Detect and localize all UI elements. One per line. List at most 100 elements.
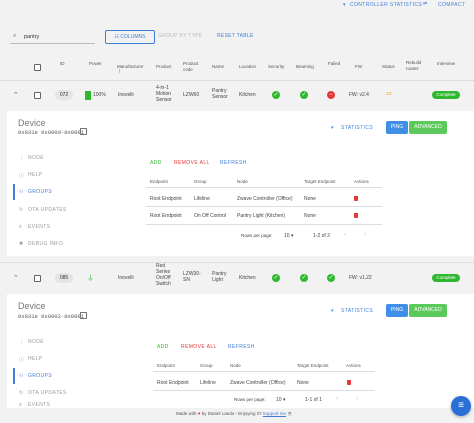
divider — [146, 206, 382, 207]
groups-header-target-endpoint: Target Endpoint — [304, 179, 336, 184]
next-page-icon[interactable]: › — [364, 232, 366, 238]
delete-icon[interactable] — [354, 196, 358, 201]
advanced-button[interactable]: ADVANCED — [409, 304, 447, 317]
groups-cell-target: None — [297, 380, 309, 386]
device-title: Device — [18, 301, 46, 311]
sidebar-item-node[interactable]: NODE — [28, 339, 44, 345]
product-code-value: LZW60 — [183, 92, 200, 98]
events-icon: ≡ — [19, 224, 23, 230]
controller-statistics-link[interactable]: CONTROLLER STATISTICS — [350, 2, 422, 8]
header-failed[interactable]: Failed — [328, 61, 340, 67]
search-input[interactable]: ⌕ pantry — [10, 31, 95, 44]
node-id-badge: 072 — [55, 90, 73, 100]
rows-per-page-select[interactable]: 10 ▾ — [284, 233, 293, 239]
open-external-icon[interactable] — [80, 128, 87, 135]
device-title: Device — [18, 118, 46, 128]
open-external-icon[interactable] — [80, 312, 87, 319]
rows-per-page-select[interactable]: 10 ▾ — [276, 397, 285, 403]
caret-down-icon[interactable]: ▾ — [331, 308, 334, 314]
sidebar-item-debug-info[interactable]: DEBUG INFO — [28, 241, 63, 247]
footer: Made with ♥ by Daniel Lando - Enjoying i… — [176, 411, 293, 417]
beaming-ok-icon: ✓ — [300, 91, 308, 99]
refresh-button[interactable]: REFRESH — [220, 160, 247, 166]
header-interview[interactable]: Interview — [437, 61, 455, 67]
debug-icon: ✱ — [19, 241, 24, 247]
header-status[interactable]: Status — [382, 64, 395, 70]
name-value: Pantry Light — [212, 271, 227, 283]
heart-icon: ♥ — [197, 411, 201, 416]
statistics-button[interactable]: STATISTICS — [341, 125, 373, 131]
sidebar-item-help[interactable]: HELP — [28, 172, 43, 178]
groups-icon: ⚇ — [19, 189, 24, 195]
header-power[interactable]: Power — [89, 61, 102, 67]
previous-page-icon[interactable]: ‹ — [344, 232, 346, 238]
collapse-icon[interactable]: ⌃ — [13, 274, 19, 282]
advanced-button[interactable]: ADVANCED — [409, 121, 447, 134]
coffee-icon: ☕ — [287, 411, 293, 416]
sidebar-icon-node: ⋮ — [19, 339, 25, 345]
groups-header-group: Group — [194, 179, 207, 184]
node-id-badge: 085 — [55, 273, 73, 283]
row-checkbox[interactable] — [34, 92, 41, 99]
sidebar-item-events[interactable]: EVENTS — [28, 402, 50, 408]
sidebar-item-events[interactable]: EVENTS — [28, 224, 50, 230]
group-by-button[interactable]: GROUP BY TYPE — [158, 30, 202, 42]
collapse-icon[interactable]: ⌃ — [13, 91, 19, 99]
groups-header-actions: Actions — [346, 363, 361, 368]
header-id[interactable]: ID — [60, 61, 65, 67]
delete-icon[interactable] — [354, 213, 358, 218]
location-value: Kitchen — [239, 92, 256, 98]
support-me-link[interactable]: Support me — [263, 411, 286, 416]
sidebar-item-groups[interactable]: GROUPS — [28, 373, 52, 379]
header-product-code[interactable]: Product code — [183, 61, 207, 72]
help-icon: ⓘ — [19, 357, 25, 363]
groups-header-actions: Actions — [354, 179, 369, 184]
next-page-icon[interactable]: › — [356, 396, 358, 402]
header-name[interactable]: Name — [212, 64, 224, 70]
statistics-button[interactable]: STATISTICS — [341, 308, 373, 314]
menu-icon: ≡ — [458, 400, 464, 411]
sidebar-item-ota-updates[interactable]: OTA UPDATES — [28, 207, 67, 213]
header-location[interactable]: Location — [239, 64, 256, 70]
sidebar-item-node[interactable]: NODE — [28, 155, 44, 161]
location-value: Kitchen — [239, 275, 256, 281]
add-button[interactable]: ADD — [150, 160, 162, 166]
header-fw[interactable]: FW — [355, 64, 362, 70]
previous-page-icon[interactable]: ‹ — [336, 396, 338, 402]
remove-all-button[interactable]: REMOVE ALL — [181, 344, 217, 350]
failed-icon: − — [327, 91, 335, 99]
footer-made-with: Made with — [176, 411, 197, 416]
compact-link[interactable]: COMPACT — [438, 2, 465, 8]
select-all-checkbox[interactable] — [34, 64, 41, 71]
sidebar-item-ota-updates[interactable]: OTA UPDATES — [28, 390, 67, 396]
sort-up-icon: ↑ — [118, 69, 121, 75]
plug-icon: ⏚ — [87, 275, 94, 282]
sidebar-item-groups[interactable]: GROUPS — [28, 189, 52, 195]
groups-header-endpoint: Endpoint — [157, 363, 175, 368]
security-ok-icon: ✓ — [272, 274, 280, 282]
delete-icon[interactable] — [347, 380, 351, 385]
add-button[interactable]: ADD — [157, 344, 169, 350]
header-beaming[interactable]: Beaming — [296, 64, 314, 70]
groups-header-node: Node — [237, 179, 248, 184]
events-icon: ≡ — [19, 402, 23, 408]
caret-down-icon[interactable]: ▾ — [331, 125, 334, 131]
sidebar-item-help[interactable]: HELP — [28, 356, 43, 362]
columns-button[interactable]: ☷ COLUMNS — [105, 30, 155, 44]
asleep-status-icon: ᶻᶻ — [386, 90, 392, 99]
ping-button[interactable]: PING — [386, 304, 408, 317]
help-icon: ⓘ — [19, 173, 25, 179]
menu-fab-button[interactable]: ≡ — [451, 396, 471, 416]
interview-status-badge: Complete — [432, 274, 460, 282]
groups-cell-group: Lifeline — [200, 380, 216, 386]
reset-table-button[interactable]: RESET TABLE — [217, 30, 254, 42]
header-security[interactable]: Security — [268, 64, 284, 70]
swap-icon[interactable]: ⇄ — [423, 1, 428, 7]
row-checkbox[interactable] — [34, 275, 41, 282]
header-rebuild-routes[interactable]: Rebuild routes — [406, 60, 426, 71]
ping-button[interactable]: PING — [386, 121, 408, 134]
refresh-button[interactable]: REFRESH — [228, 344, 255, 350]
remove-all-button[interactable]: REMOVE ALL — [174, 160, 210, 166]
header-product[interactable]: Product — [156, 64, 172, 70]
caret-down-icon[interactable]: ▾ — [343, 2, 346, 8]
